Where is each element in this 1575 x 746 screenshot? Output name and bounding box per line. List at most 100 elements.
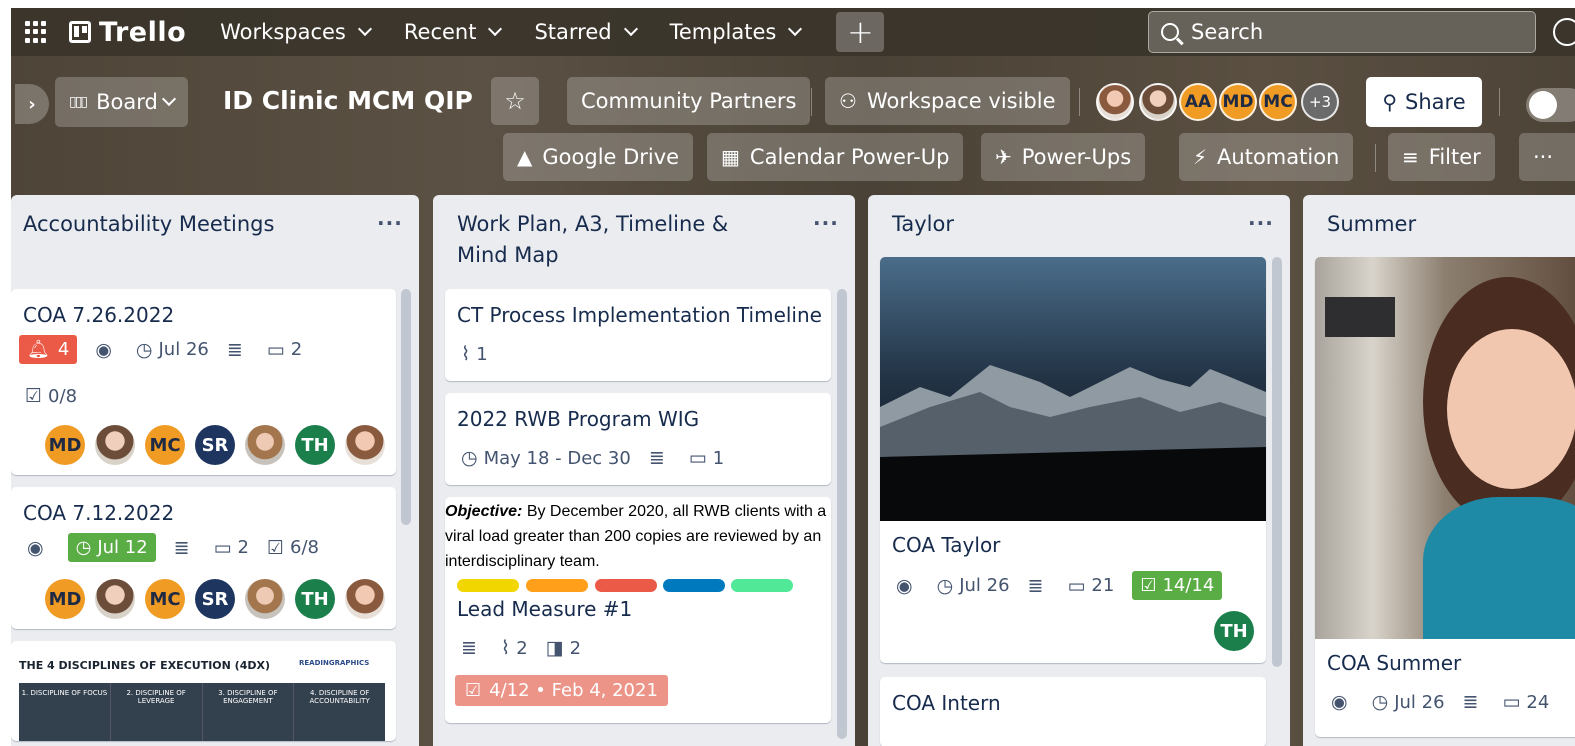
menu-recent[interactable]: Recent bbox=[404, 20, 503, 44]
powerups-button[interactable]: ✈ Power-Ups bbox=[981, 133, 1146, 181]
objective-text: Objective: By December 2020, all RWB cli… bbox=[445, 503, 827, 570]
info-icon[interactable] bbox=[1553, 18, 1575, 46]
menu-templates[interactable]: Templates bbox=[670, 20, 803, 44]
visibility-button[interactable]: ⚇ Workspace visible bbox=[825, 77, 1070, 125]
app-switcher-icon[interactable] bbox=[25, 21, 47, 43]
card-coa-7-12-2022[interactable]: COA 7.12.2022 ◉ ◷ Jul 12 ≣ ▭ 2 ☑ 6/8 MD MC … bbox=[11, 487, 396, 629]
member-avatar[interactable] bbox=[1096, 83, 1134, 121]
toggle-switch[interactable] bbox=[1526, 88, 1575, 122]
chevron-down-icon bbox=[788, 21, 803, 37]
card-coa-7-26-2022[interactable]: COA 7.26.2022 🔔︎ 4 ◉ ◷ Jul 26 ≣ ▭ 2 ☑ 0/8 MD… bbox=[11, 289, 396, 475]
label-blue[interactable] bbox=[663, 579, 725, 592]
clock-icon: ◷ bbox=[75, 537, 92, 558]
card-title: COA Summer bbox=[1327, 651, 1462, 675]
member-avatar[interactable] bbox=[1139, 83, 1177, 121]
list-menu-icon[interactable]: ··· bbox=[377, 211, 403, 235]
description-icon: ≣ bbox=[173, 536, 190, 559]
card-coa-intern[interactable]: COA Intern bbox=[880, 677, 1266, 746]
member-avatar[interactable]: AA bbox=[1179, 83, 1217, 121]
divider bbox=[1079, 88, 1080, 116]
list-scrollbar[interactable] bbox=[401, 289, 411, 525]
board-menu-button[interactable]: ··· bbox=[1519, 133, 1575, 181]
clock-icon: ◷ bbox=[461, 447, 478, 469]
card-coa-taylor[interactable]: COA Taylor ◉ ◷ Jul 26 ≣ ▭ 21 ☑ 14/14 TH bbox=[880, 257, 1266, 663]
google-drive-button[interactable]: ▲ Google Drive bbox=[503, 133, 694, 181]
notification-badge[interactable]: 🔔︎ 4 bbox=[19, 335, 78, 364]
automation-button[interactable]: ⚡ Automation bbox=[1179, 133, 1354, 181]
card-coa-summer[interactable]: COA Summer ◉ ◷ Jul 26 ≣ ▭ 24 bbox=[1315, 257, 1575, 737]
board-title[interactable]: ID Clinic MCM QIP bbox=[223, 86, 473, 115]
card-member-avatar[interactable]: TH bbox=[1214, 611, 1254, 651]
member-avatar[interactable]: MD bbox=[1219, 83, 1257, 121]
card-member-avatar[interactable]: SR bbox=[195, 579, 235, 619]
more-members-badge[interactable]: +3 bbox=[1301, 83, 1339, 121]
comment-icon: ▭ bbox=[1067, 574, 1086, 597]
due-date-badge[interactable]: ◷ Jul 12 bbox=[67, 533, 156, 562]
calendar-powerup-button[interactable]: ▦ Calendar Power-Up bbox=[707, 133, 964, 181]
card-member-avatar[interactable]: MC bbox=[145, 579, 185, 619]
card-member-avatar[interactable] bbox=[345, 425, 385, 465]
list-menu-icon[interactable]: ··· bbox=[813, 211, 839, 235]
label-red[interactable] bbox=[595, 579, 657, 592]
card-lead-measure-1[interactable]: Objective: By December 2020, all RWB cli… bbox=[445, 497, 831, 723]
card-member-avatar[interactable]: SR bbox=[195, 425, 235, 465]
menu-starred[interactable]: Starred bbox=[534, 20, 638, 44]
google-drive-icon: ▲ bbox=[517, 145, 533, 169]
card-title: Lead Measure #1 bbox=[457, 597, 633, 621]
list-summer: Summer COA Summer ◉ ◷ Jul 26 ≣ ▭ 24 bbox=[1303, 195, 1575, 746]
workspace-button[interactable]: Community Partners bbox=[567, 77, 811, 125]
star-button[interactable]: ☆ bbox=[491, 77, 539, 125]
card-title: COA Intern bbox=[892, 691, 1001, 715]
card-member-avatar[interactable]: MD bbox=[45, 579, 85, 619]
list-title[interactable]: Work Plan, A3, Timeline & Mind Map bbox=[457, 209, 757, 271]
label-orange[interactable] bbox=[526, 579, 588, 592]
search-input[interactable]: Search bbox=[1148, 11, 1536, 53]
card-member-avatar[interactable]: MC bbox=[145, 425, 185, 465]
card-2022-rwb-program-wig[interactable]: 2022 RWB Program WIG ◷ May 18 - Dec 30 ≣ … bbox=[445, 393, 831, 485]
add-person-icon: ⚲ bbox=[1382, 90, 1398, 114]
menu-workspaces[interactable]: Workspaces bbox=[220, 20, 372, 44]
chevron-down-icon bbox=[357, 21, 372, 37]
card-member-avatar[interactable] bbox=[95, 579, 135, 619]
comments-badge: ▭ 2 bbox=[266, 338, 303, 361]
checklist-icon: ☑ bbox=[1140, 575, 1157, 596]
card-member-avatar[interactable] bbox=[345, 579, 385, 619]
sidebar-toggle-button[interactable]: › bbox=[15, 84, 49, 124]
description-icon: ≣ bbox=[1027, 574, 1044, 597]
card-member-avatar[interactable]: MD bbox=[45, 425, 85, 465]
list-accountability-meetings: Accountability Meetings ··· COA 7.26.202… bbox=[11, 195, 419, 746]
due-date-badge[interactable]: ◷ May 18 - Dec 30 bbox=[461, 447, 631, 469]
watch-icon: ◉ bbox=[95, 338, 112, 361]
card-4dx-cover[interactable]: THE 4 DISCIPLINES OF EXECUTION (4DX) REA… bbox=[11, 641, 396, 741]
card-member-avatar[interactable]: TH bbox=[295, 425, 335, 465]
board-view-button[interactable]: ▯▯▯ Board bbox=[55, 77, 188, 127]
top-navigation-bar: Trello Workspaces Recent Starred Templat… bbox=[11, 8, 1575, 56]
list-menu-icon[interactable]: ··· bbox=[1248, 211, 1274, 235]
trello-logo[interactable]: Trello bbox=[69, 17, 186, 48]
list-scrollbar[interactable] bbox=[1272, 257, 1282, 667]
member-avatar[interactable]: MC bbox=[1259, 83, 1297, 121]
cover-image: 1. DISCIPLINE OF FOCUS 2. DISCIPLINE OF … bbox=[19, 683, 385, 741]
card-member-avatar[interactable] bbox=[245, 425, 285, 465]
label-lime[interactable] bbox=[731, 579, 793, 592]
list-title[interactable]: Accountability Meetings bbox=[23, 209, 323, 240]
due-date-badge[interactable]: ◷ Jul 26 bbox=[1372, 691, 1445, 713]
card-member-avatar[interactable] bbox=[245, 579, 285, 619]
due-date-badge[interactable]: ◷ Jul 26 bbox=[136, 339, 209, 361]
card-title: 2022 RWB Program WIG bbox=[457, 407, 700, 431]
checklist-badge: ☑ 14/14 bbox=[1132, 571, 1223, 600]
checklist-due-badge[interactable]: ☑ 4/12 • Feb 4, 2021 bbox=[455, 675, 668, 706]
card-member-avatar[interactable]: TH bbox=[295, 579, 335, 619]
card-ct-process-timeline[interactable]: CT Process Implementation Timeline ⌇ 1 bbox=[445, 289, 831, 381]
filter-button[interactable]: ≡ Filter bbox=[1388, 133, 1495, 181]
divider bbox=[1375, 144, 1376, 172]
due-date-badge[interactable]: ◷ Jul 26 bbox=[937, 575, 1010, 597]
comments-badge: ▭ 2 bbox=[213, 536, 249, 559]
create-button[interactable]: + bbox=[836, 12, 885, 52]
list-title[interactable]: Summer bbox=[1327, 209, 1416, 240]
list-title[interactable]: Taylor bbox=[892, 209, 954, 240]
label-yellow[interactable] bbox=[457, 579, 519, 592]
list-scrollbar[interactable] bbox=[837, 289, 847, 739]
share-button[interactable]: ⚲ Share bbox=[1366, 77, 1482, 127]
card-member-avatar[interactable] bbox=[95, 425, 135, 465]
